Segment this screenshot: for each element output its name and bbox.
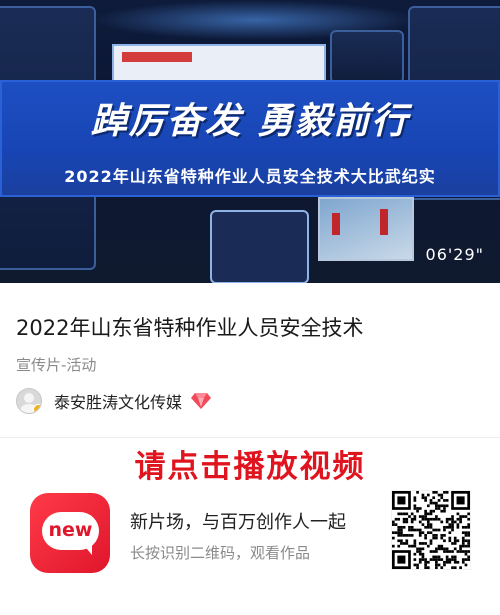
play-video-hint: 请点击播放视频 — [134, 449, 366, 485]
divider — [0, 437, 500, 438]
promo-headline: 新片场，与百万创作人一起 — [130, 512, 346, 533]
qr-code-icon[interactable] — [391, 490, 471, 570]
speech-bubble-tail — [82, 543, 92, 555]
author-name[interactable]: 泰安胜涛文化传媒 — [54, 389, 182, 413]
video-duration: 06'29" — [425, 245, 484, 264]
video-thumbnail[interactable]: 踔厉奋发 勇毅前行 2022年山东省特种作业人员安全技术大比武纪实 06'29" — [0, 0, 500, 283]
video-subtitle: 2022年山东省特种作业人员安全技术大比武纪实 — [64, 167, 436, 186]
inset-photo — [318, 197, 414, 261]
video-slogan: 踔厉奋发 勇毅前行 — [90, 101, 410, 142]
promo-subtext: 长按识别二维码，观看作品 — [130, 544, 311, 562]
background-screen — [112, 44, 326, 84]
video-title[interactable]: 2022年山东省特种作业人员安全技术 — [16, 312, 486, 342]
xinpianchang-app-icon: new — [30, 493, 110, 573]
machine-graphic — [210, 210, 309, 283]
video-category[interactable]: 宣传片-活动 — [16, 354, 96, 375]
verified-badge-icon — [33, 404, 41, 413]
avatar[interactable] — [16, 388, 42, 414]
author-row[interactable]: 泰安胜涛文化传媒 — [16, 388, 212, 414]
app-icon-label: new — [48, 519, 93, 541]
cabinet-top-right — [330, 30, 404, 84]
diamond-icon — [191, 393, 212, 409]
